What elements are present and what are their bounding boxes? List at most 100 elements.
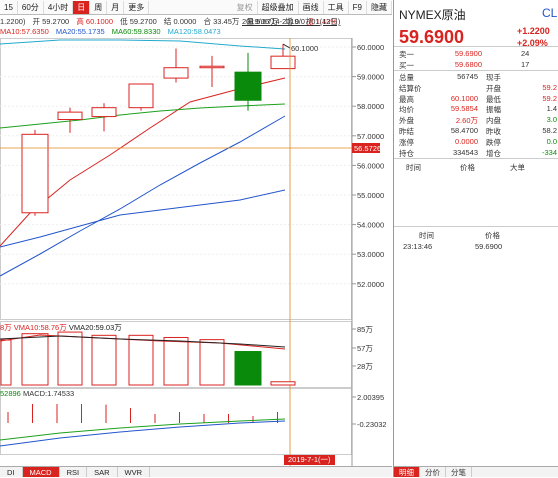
stat-value: 56745 xyxy=(457,72,478,81)
instrument-name: NYMEX原油 xyxy=(399,8,466,22)
stat-value: 59.2 xyxy=(542,82,557,92)
adjust-button[interactable]: 复权 xyxy=(233,0,258,14)
trades-price-header: 价格 xyxy=(460,163,475,172)
hide-button[interactable]: 隐藏 xyxy=(367,0,392,14)
candle-body xyxy=(128,83,154,109)
indicator-tabs: DI MACD RSI SAR WVR xyxy=(0,466,392,477)
candle-body xyxy=(199,65,225,69)
stat-value: 1.4 xyxy=(546,104,557,114)
price-axis-label: 56.0000 xyxy=(357,161,384,170)
period-60min-button[interactable]: 60分 xyxy=(18,0,44,14)
stat-value: 58.4700 xyxy=(450,126,478,135)
draw-line-button[interactable]: 画线 xyxy=(299,0,324,14)
volume-bar xyxy=(57,331,83,386)
price-axis-label: 58.0000 xyxy=(357,102,384,111)
period-4h-button[interactable]: 4小时 xyxy=(44,0,74,14)
volume-bar xyxy=(234,351,262,386)
kline-chart[interactable]: 60.0000 59.0000 58.0000 57.0000 56.0000 55.00… xyxy=(0,38,392,466)
close-value: 结 0.0000 xyxy=(163,17,197,26)
ma120-value: MA120:58.0473 xyxy=(167,27,221,36)
ma10-value: MA10:57.6350 xyxy=(0,27,49,36)
period-week-button[interactable]: 周 xyxy=(90,0,108,14)
info-prefix: 1.2200) xyxy=(0,17,26,26)
stat-label: 增仓 xyxy=(486,148,501,158)
candle-body xyxy=(21,133,49,214)
ma20-value: MA20:55.1735 xyxy=(55,27,105,36)
f9-button[interactable]: F9 xyxy=(349,0,367,14)
volume-bar xyxy=(21,333,49,386)
stat-label: 持仓 xyxy=(399,148,414,158)
volume-bar xyxy=(128,334,154,386)
tab-ticks[interactable]: 分笔 xyxy=(446,467,472,477)
divider xyxy=(394,70,558,71)
stat-label: 振幅 xyxy=(486,105,501,115)
price-axis-label: 53.0000 xyxy=(357,250,384,259)
sell-qty: 24 xyxy=(521,49,530,58)
quote-panel: NYMEX原油 CL 59.6900 +1.2200 +2.09% 卖一 59.… xyxy=(393,0,558,477)
macd-panel-frame xyxy=(0,388,352,455)
quote-tabs: 明细 分价 分笔 xyxy=(394,466,558,477)
tab-rsi[interactable]: RSI xyxy=(60,467,88,477)
buy-qty: 17 xyxy=(521,60,530,69)
stat-label: 均价 xyxy=(399,105,414,115)
tab-sar[interactable]: SAR xyxy=(87,467,118,477)
candle-body xyxy=(57,111,83,121)
period-day-button[interactable]: 日 xyxy=(73,0,91,14)
stat-value: 0.0000 xyxy=(455,136,478,146)
volume-axis-label: 85万 xyxy=(357,325,373,334)
date-range: 2019/06/14-2019/07/01(12日) xyxy=(242,17,341,26)
stat-label: 现手 xyxy=(486,73,501,82)
period-more-button[interactable]: 更多 xyxy=(124,0,150,14)
volume-axis-label: 57万 xyxy=(357,344,373,353)
vma20-value: VMA20:59.03万 xyxy=(68,323,122,332)
tab-detail[interactable]: 明细 xyxy=(394,467,420,477)
divider xyxy=(394,46,558,47)
candle-body xyxy=(270,55,296,70)
ma-info: MA10:57.6350 MA20:55.1735 MA60:59.8330 M… xyxy=(0,27,226,37)
stat-value: -334 xyxy=(541,147,557,157)
tab-macd[interactable]: MACD xyxy=(22,467,60,477)
stat-value: 60.1000 xyxy=(450,93,478,103)
crosshair-price-label: 56.5726 xyxy=(354,144,381,153)
stat-label: 昨结 xyxy=(399,127,414,136)
stat-value: 2.60万 xyxy=(455,116,478,126)
period-month-button[interactable]: 月 xyxy=(107,0,125,14)
vma10-value: VMA10:58.76万 xyxy=(13,323,67,332)
change-value: +1.2200 xyxy=(517,26,550,36)
overlay-button[interactable]: 超级叠加 xyxy=(258,0,299,14)
period-15-button[interactable]: 15 xyxy=(0,0,18,14)
trades-bigorder-header: 大单 xyxy=(510,163,525,172)
ticks-price-header: 价格 xyxy=(485,231,500,240)
volume-info: 8万 VMA10:58.76万 VMA20:59.03万 xyxy=(0,322,122,333)
macd-dif-line xyxy=(0,418,286,441)
macd-info: 52896 MACD:1.74533 xyxy=(0,389,74,398)
macd-dea-line xyxy=(0,420,286,447)
tools-button[interactable]: 工具 xyxy=(324,0,349,14)
volume-axis-label: 28万 xyxy=(357,362,373,371)
volume-info-prefix: 8万 xyxy=(0,323,12,332)
price-axis-label: 52.0000 xyxy=(357,280,384,289)
stat-value: 0.0 xyxy=(546,136,557,146)
crosshair-date-label: 2019-7-1(一) xyxy=(284,455,335,465)
stat-value: 58.2 xyxy=(542,126,557,135)
tab-price-dist[interactable]: 分价 xyxy=(420,467,446,477)
last-price: 59.6900 xyxy=(399,27,465,47)
amount-value: 合 33.45万 xyxy=(203,17,240,26)
tab-di[interactable]: DI xyxy=(0,467,23,477)
trades-time-header: 时间 xyxy=(406,163,421,172)
low-value: 低 59.2700 xyxy=(120,17,157,26)
macd-axis-label: -0.23032 xyxy=(357,420,387,429)
stat-label: 最低 xyxy=(486,94,501,104)
price-axis-label: 59.0000 xyxy=(357,73,384,82)
divider xyxy=(394,158,558,159)
tick-price: 59.6900 xyxy=(475,242,503,251)
change-pct: +2.09% xyxy=(517,38,548,48)
volume-bar xyxy=(199,339,225,386)
stat-label: 总量 xyxy=(399,73,414,82)
macd-info-prefix: 52896 xyxy=(0,389,21,398)
open-value: 开 59.2700 xyxy=(32,17,70,26)
stat-value: 59.2 xyxy=(542,93,557,103)
tab-wvr[interactable]: WVR xyxy=(118,467,151,477)
price-axis-label: 57.0000 xyxy=(357,132,384,141)
stat-label: 涨停 xyxy=(399,137,414,147)
